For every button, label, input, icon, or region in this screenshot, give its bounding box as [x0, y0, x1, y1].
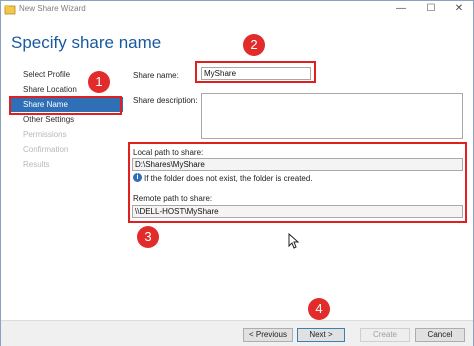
- annotation-badge-1: 1: [88, 71, 110, 93]
- title-bar: New Share Wizard — ☐ ✕: [1, 1, 473, 19]
- nav-item-confirmation: Confirmation: [23, 145, 69, 154]
- page-title: Specify share name: [11, 33, 162, 52]
- annotation-box-share-name-step: [9, 96, 122, 115]
- share-name-label: Share name:: [133, 71, 179, 80]
- annotation-box-paths: [128, 142, 467, 223]
- nav-item-permissions: Permissions: [23, 130, 67, 139]
- cancel-button[interactable]: Cancel: [415, 328, 465, 342]
- annotation-badge-2: 2: [243, 34, 265, 56]
- nav-item-results: Results: [23, 160, 50, 169]
- previous-button[interactable]: < Previous: [243, 328, 293, 342]
- share-description-textarea[interactable]: [201, 93, 463, 139]
- minimize-icon: —: [396, 3, 406, 14]
- mouse-cursor-icon: [288, 233, 300, 249]
- annotation-box-share-name: [195, 61, 316, 83]
- close-icon: ✕: [454, 3, 464, 14]
- next-button[interactable]: Next >: [297, 328, 345, 342]
- wizard-window: New Share Wizard — ☐ ✕ Specify share nam…: [0, 0, 474, 346]
- minimize-button[interactable]: —: [387, 1, 415, 17]
- share-description-label: Share description:: [133, 96, 198, 105]
- maximize-button[interactable]: ☐: [417, 1, 445, 17]
- share-wizard-icon: [4, 5, 16, 15]
- close-button[interactable]: ✕: [445, 1, 473, 17]
- maximize-icon: ☐: [426, 3, 436, 14]
- create-button: Create: [360, 328, 410, 342]
- annotation-badge-3: 3: [137, 226, 159, 248]
- annotation-badge-4: 4: [308, 298, 330, 320]
- window-title: New Share Wizard: [19, 4, 86, 13]
